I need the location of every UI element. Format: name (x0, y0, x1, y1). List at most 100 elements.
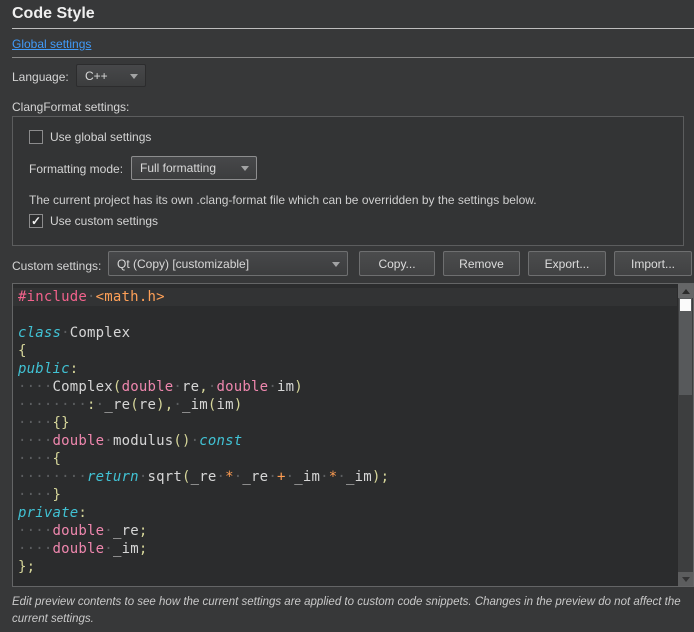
code-token-ws: · (208, 379, 217, 395)
code-token-ws: ···· (18, 523, 53, 539)
code-token-kw: return (87, 469, 139, 485)
code-token-type: double (217, 379, 269, 395)
code-token-punc: ( (208, 397, 217, 413)
code-token-punc: ), (156, 397, 173, 413)
code-line: private: (13, 504, 678, 522)
code-token-type: double (53, 523, 105, 539)
scroll-down-button[interactable] (678, 572, 693, 586)
code-token-id: _re (104, 397, 130, 413)
code-token-id: im (277, 379, 294, 395)
code-line: ····{} (13, 414, 678, 432)
code-token-punc: ( (130, 397, 139, 413)
cursor-position-marker (680, 299, 691, 311)
page-title: Code Style (12, 5, 95, 23)
code-line: ········:·_re(re),·_im(im) (13, 396, 678, 414)
code-line: class·Complex (13, 324, 678, 342)
code-token-op: * (225, 469, 234, 485)
code-token-ws: · (61, 325, 70, 341)
code-token-type: double (53, 433, 105, 449)
copy-button[interactable]: Copy... (359, 251, 435, 276)
clang-format-info-text: The current project has its own .clang-f… (29, 193, 537, 207)
code-token-pre: #include (18, 289, 87, 305)
code-token-ws: · (173, 397, 182, 413)
scroll-up-icon (682, 289, 690, 294)
language-select[interactable]: C++ (76, 64, 146, 87)
code-token-punc: ( (182, 469, 191, 485)
code-token-punc: { (18, 343, 27, 359)
code-token-punc: ; (139, 523, 148, 539)
code-token-ws: ···· (18, 487, 53, 503)
code-token-id: _im (182, 397, 208, 413)
code-token-ws: · (217, 469, 226, 485)
custom-settings-select[interactable]: Qt (Copy) [customizable] (108, 251, 348, 276)
code-token-ws: ···· (18, 451, 53, 467)
custom-settings-label: Custom settings: (12, 259, 101, 273)
code-token-id: re (139, 397, 156, 413)
language-label: Language: (12, 70, 69, 84)
code-token-punc: ) (294, 379, 303, 395)
code-token-ws: · (173, 379, 182, 395)
code-token-ws: ···· (18, 415, 53, 431)
code-token-punc: : (70, 361, 79, 377)
code-token-ws: · (104, 523, 113, 539)
code-area: #include·<math.h>class·Complex{public:··… (13, 284, 678, 586)
code-line: ····double·_re; (13, 522, 678, 540)
code-token-punc: ( (113, 379, 122, 395)
code-token-ws: · (320, 469, 329, 485)
code-token-kw: class (18, 325, 61, 341)
title-divider (12, 28, 694, 29)
editor-vertical-scrollbar[interactable] (677, 284, 693, 586)
language-select-value: C++ (85, 69, 108, 83)
use-global-settings-checkbox[interactable]: Use global settings (29, 130, 151, 144)
code-token-ws: · (268, 469, 277, 485)
preview-hint-text: Edit preview contents to see how the cur… (12, 594, 688, 628)
code-token-ws: · (104, 541, 113, 557)
code-token-id: _im (294, 469, 320, 485)
code-token-punc: , (199, 379, 208, 395)
code-token-ws: · (87, 289, 96, 305)
code-token-id: Complex (70, 325, 130, 341)
code-token-id: _re (191, 469, 217, 485)
code-token-type: double (53, 541, 105, 557)
use-custom-settings-checkbox[interactable]: ✓ Use custom settings (29, 214, 158, 228)
code-token-punc: { (53, 451, 62, 467)
code-token-str: <math.h> (96, 289, 165, 305)
code-token-ws: ········ (18, 397, 87, 413)
code-token-ws: · (104, 433, 113, 449)
code-line: }; (13, 558, 678, 576)
global-settings-link[interactable]: Global settings (12, 37, 91, 51)
code-line: public: (13, 360, 678, 378)
remove-button[interactable]: Remove (443, 251, 520, 276)
scroll-down-icon (682, 577, 690, 582)
code-token-punc: {} (53, 415, 70, 431)
code-token-ws: · (191, 433, 200, 449)
formatting-mode-select[interactable]: Full formatting (131, 156, 257, 180)
chevron-down-icon (130, 74, 138, 79)
code-line: ····{ (13, 450, 678, 468)
code-preview-editor[interactable]: #include·<math.h>class·Complex{public:··… (12, 283, 694, 587)
code-token-type: double (122, 379, 174, 395)
code-token-ws: · (286, 469, 295, 485)
formatting-mode-value: Full formatting (140, 161, 216, 175)
code-token-ws: ···· (18, 379, 53, 395)
code-token-punc: : (87, 397, 96, 413)
code-token-punc: : (78, 505, 87, 521)
scrollbar-thumb[interactable] (679, 298, 692, 395)
code-line: #include·<math.h> (13, 288, 678, 306)
code-token-op: + (277, 469, 286, 485)
code-line: ········return·sqrt(_re·*·_re·+·_im·*·_i… (13, 468, 678, 486)
code-token-punc: ) (234, 397, 243, 413)
code-token-id: re (182, 379, 199, 395)
code-token-ws: · (268, 379, 277, 395)
scroll-up-button[interactable] (678, 284, 693, 298)
clangformat-section-label: ClangFormat settings: (12, 100, 129, 114)
chevron-down-icon (332, 262, 340, 267)
clangformat-groupbox: Use global settings Formatting mode: Ful… (12, 116, 684, 246)
code-token-kw: const (199, 433, 242, 449)
import-button[interactable]: Import... (614, 251, 692, 276)
export-button[interactable]: Export... (528, 251, 606, 276)
code-token-punc: () (173, 433, 190, 449)
checkbox-box (29, 130, 43, 144)
code-token-id: _re (242, 469, 268, 485)
code-token-ws: ···· (18, 541, 53, 557)
